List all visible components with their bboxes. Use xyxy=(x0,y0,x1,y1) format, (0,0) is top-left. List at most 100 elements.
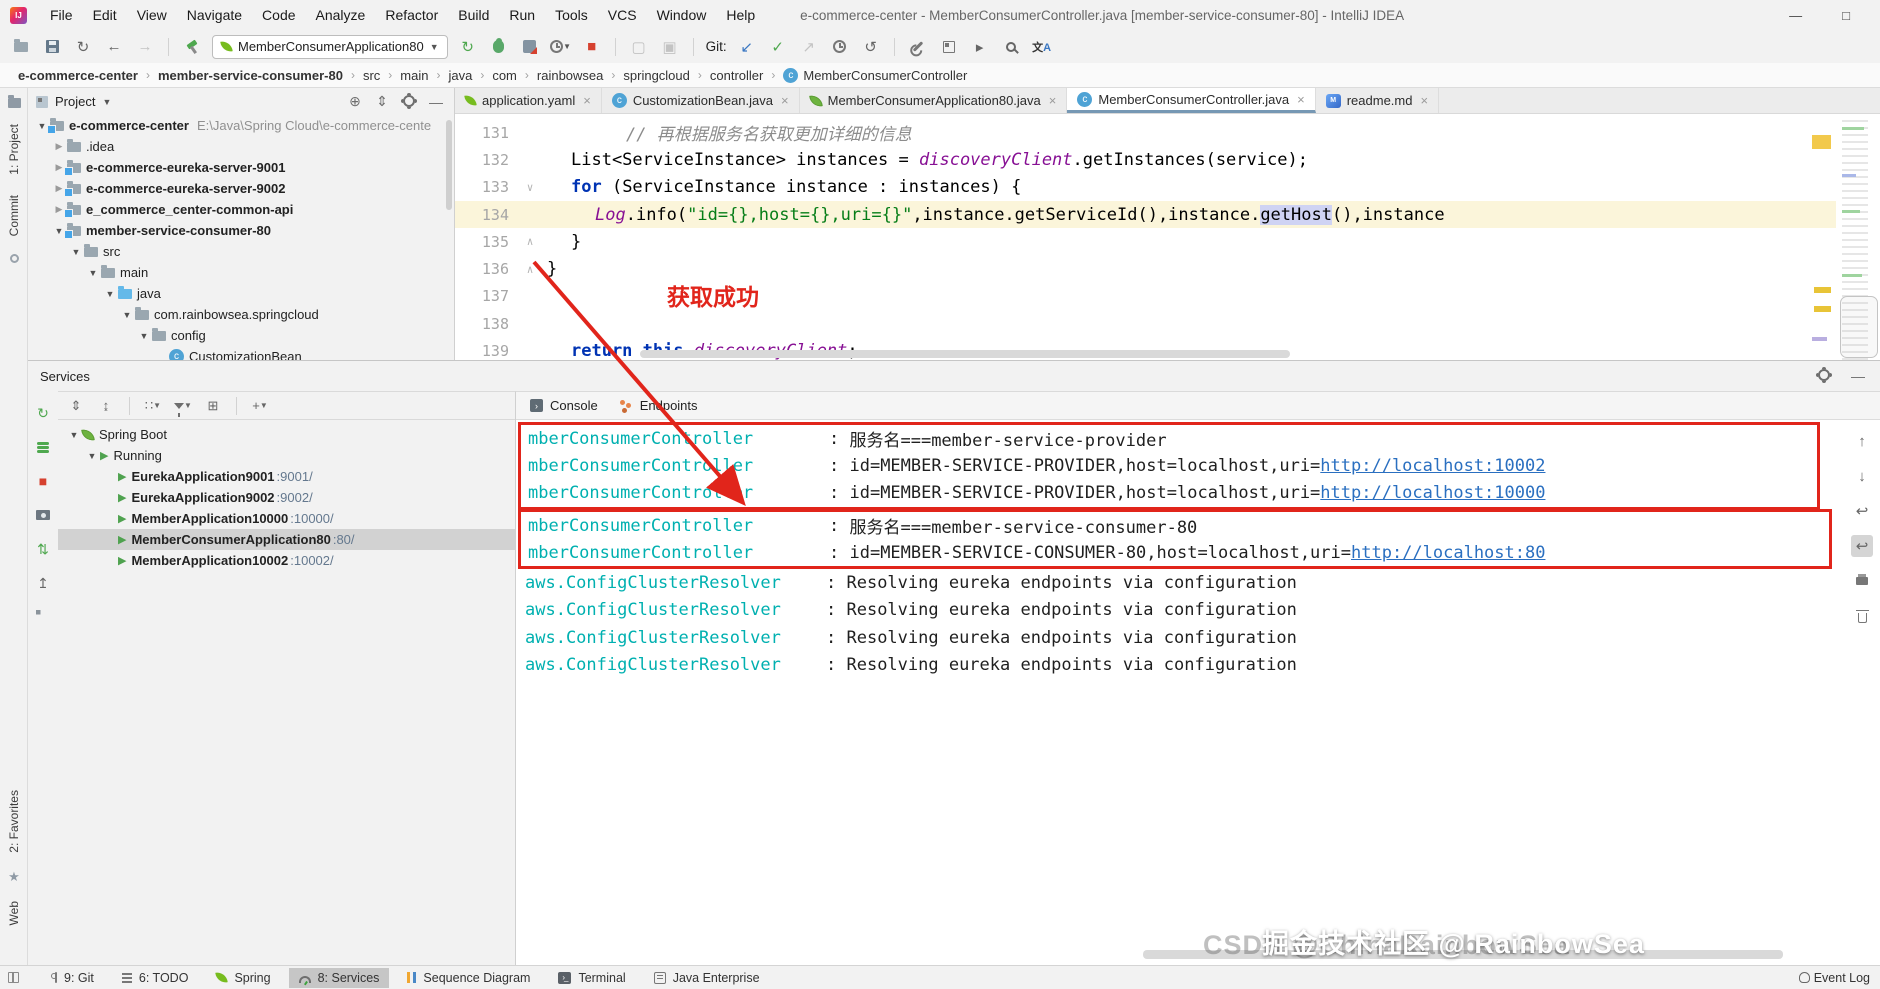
attach-debugger-icon[interactable]: ▢ xyxy=(628,36,650,58)
scroll-to-end-icon[interactable]: ↩ xyxy=(1851,535,1873,557)
menu-analyze[interactable]: Analyze xyxy=(307,3,375,27)
breadcrumb-item[interactable]: springcloud xyxy=(619,66,694,85)
statusbar-9-git[interactable]: 9: Git xyxy=(45,968,104,988)
hide-panel-icon[interactable]: — xyxy=(426,94,446,110)
open-log-icon[interactable]: ↥ xyxy=(33,573,53,593)
breadcrumb-item[interactable]: MemberConsumerController xyxy=(779,66,971,85)
run-configuration-select[interactable]: MemberConsumerApplication80 ▼ xyxy=(212,34,448,59)
menu-vcs[interactable]: VCS xyxy=(599,3,646,27)
service-row[interactable]: ▼ Spring Boot xyxy=(58,424,515,445)
minimap-viewport[interactable] xyxy=(1840,296,1878,358)
menu-edit[interactable]: Edit xyxy=(84,3,126,27)
fold-marker-icon[interactable]: ∧ xyxy=(513,235,547,248)
breadcrumb-item[interactable]: member-service-consumer-80 xyxy=(154,66,347,85)
tree-row[interactable]: ▶ .idea xyxy=(28,136,454,157)
close-icon[interactable]: × xyxy=(1420,93,1428,108)
clear-console-icon[interactable] xyxy=(1851,605,1873,627)
service-row[interactable]: EurekaApplication9002:9002/ xyxy=(58,487,515,508)
statusbar-spring[interactable]: Spring xyxy=(206,968,280,988)
tree-row[interactable]: ▼ com.rainbowsea.springcloud xyxy=(28,304,454,325)
stripe-item-favorites[interactable]: 2: Favorites xyxy=(7,790,21,853)
profiler-button[interactable]: ▼ xyxy=(550,36,572,58)
tree-row[interactable]: ▼ main xyxy=(28,262,454,283)
run-button[interactable]: ↻ xyxy=(457,36,479,58)
panel-settings-icon[interactable] xyxy=(1814,368,1834,384)
git-push-button[interactable]: ↗ xyxy=(798,36,820,58)
collapsed-arrow-icon[interactable]: ▶ xyxy=(51,141,67,152)
collapse-all-icon[interactable]: ↨ xyxy=(96,396,116,416)
group-by-icon[interactable]: ∷ ▼ xyxy=(143,396,163,416)
tab-readme-md[interactable]: readme.md × xyxy=(1316,88,1440,113)
expanded-arrow-icon[interactable]: ▼ xyxy=(85,268,101,278)
menu-window[interactable]: Window xyxy=(648,3,716,27)
project-tree-scrollbar[interactable] xyxy=(446,120,452,210)
run-anything-icon[interactable]: ▸ xyxy=(969,36,991,58)
tab-memberconsumerapplication80-java[interactable]: MemberConsumerApplication80.java × xyxy=(800,88,1068,113)
sync-icon[interactable]: ↻ xyxy=(72,36,94,58)
tool-window-switcher-icon[interactable] xyxy=(8,972,19,983)
expanded-arrow-icon[interactable]: ▼ xyxy=(84,451,100,461)
attach-profiler-icon[interactable]: ▣ xyxy=(659,36,681,58)
tree-row[interactable]: ▼ config xyxy=(28,325,454,346)
tab-application-yaml[interactable]: application.yaml × xyxy=(455,88,602,113)
breadcrumb-item[interactable]: com xyxy=(488,66,521,85)
console-tab-console[interactable]: Console xyxy=(530,398,598,413)
breadcrumb-item[interactable]: controller xyxy=(706,66,767,85)
soft-wrap-icon[interactable]: ↩ xyxy=(1851,500,1873,522)
service-port[interactable]: :10002/ xyxy=(290,553,333,568)
stripe-item-project[interactable]: 1: Project xyxy=(7,124,21,175)
dashboard-icon[interactable] xyxy=(33,607,53,627)
service-row[interactable]: ▼ Running xyxy=(58,445,515,466)
stop-button[interactable]: ■ xyxy=(581,36,603,58)
breadcrumb-item[interactable]: src xyxy=(359,66,384,85)
tree-row[interactable]: ▶ e-commerce-eureka-server-9001 xyxy=(28,157,454,178)
tree-row[interactable]: ▼ src xyxy=(28,241,454,262)
settings-wrench-icon[interactable] xyxy=(907,36,929,58)
expand-all-icon[interactable]: ⇕ xyxy=(66,396,86,416)
editor-horizontal-scrollbar[interactable] xyxy=(640,350,1290,358)
rollback-button[interactable]: ↺ xyxy=(860,36,882,58)
fold-marker-icon[interactable]: ∨ xyxy=(513,181,547,194)
close-icon[interactable]: × xyxy=(1297,92,1305,107)
tree-row[interactable]: ▼ member-service-consumer-80 xyxy=(28,220,454,241)
panel-settings-icon[interactable] xyxy=(399,94,419,110)
filter-icon[interactable]: ▼ xyxy=(173,396,193,417)
scroll-down-icon[interactable]: ↓ xyxy=(1851,465,1873,487)
expanded-arrow-icon[interactable]: ▼ xyxy=(66,430,82,440)
service-row[interactable]: MemberApplication10002:10002/ xyxy=(58,550,515,571)
rerun-icon[interactable]: ↻ xyxy=(33,403,53,423)
thread-dump-icon[interactable] xyxy=(33,505,53,525)
coverage-button[interactable] xyxy=(519,36,541,58)
breadcrumb-item[interactable]: e-commerce-center xyxy=(14,66,142,85)
log-link[interactable]: http://localhost:10000 xyxy=(1320,483,1545,503)
service-port[interactable]: :9001/ xyxy=(277,469,313,484)
forward-icon[interactable]: → xyxy=(134,36,156,58)
maximize-button[interactable]: □ xyxy=(1842,8,1850,23)
scroll-up-icon[interactable]: ↑ xyxy=(1851,430,1873,452)
tab-memberconsumercontroller-java[interactable]: MemberConsumerController.java × xyxy=(1067,88,1316,113)
menu-build[interactable]: Build xyxy=(449,3,498,27)
expanded-arrow-icon[interactable]: ▼ xyxy=(136,331,152,341)
build-hammer-icon[interactable] xyxy=(181,36,203,58)
chevron-down-icon[interactable]: ▼ xyxy=(102,97,111,107)
breadcrumb-item[interactable]: rainbowsea xyxy=(533,66,608,85)
menu-file[interactable]: File xyxy=(41,3,82,27)
close-icon[interactable]: × xyxy=(583,93,591,108)
stripe-item-commit[interactable]: Commit xyxy=(7,195,21,236)
git-commit-button[interactable]: ✓ xyxy=(767,36,789,58)
translate-icon[interactable]: 文A xyxy=(1031,36,1053,58)
expanded-arrow-icon[interactable]: ▼ xyxy=(102,289,118,299)
menu-code[interactable]: Code xyxy=(253,3,304,27)
expanded-arrow-icon[interactable]: ▼ xyxy=(68,247,84,257)
menu-navigate[interactable]: Navigate xyxy=(178,3,251,27)
add-icon[interactable]: + ▼ xyxy=(250,396,270,416)
console-output[interactable]: mberConsumerController: 服务名===member-ser… xyxy=(516,420,1844,965)
service-row[interactable]: MemberApplication10000:10000/ xyxy=(58,508,515,529)
project-structure-icon[interactable] xyxy=(938,36,960,58)
back-icon[interactable]: ← xyxy=(103,36,125,58)
debug-button[interactable] xyxy=(488,36,510,58)
save-all-icon[interactable] xyxy=(41,36,63,58)
menu-tools[interactable]: Tools xyxy=(546,3,597,27)
stop-icon[interactable]: ■ xyxy=(33,471,53,491)
menu-help[interactable]: Help xyxy=(717,3,764,27)
